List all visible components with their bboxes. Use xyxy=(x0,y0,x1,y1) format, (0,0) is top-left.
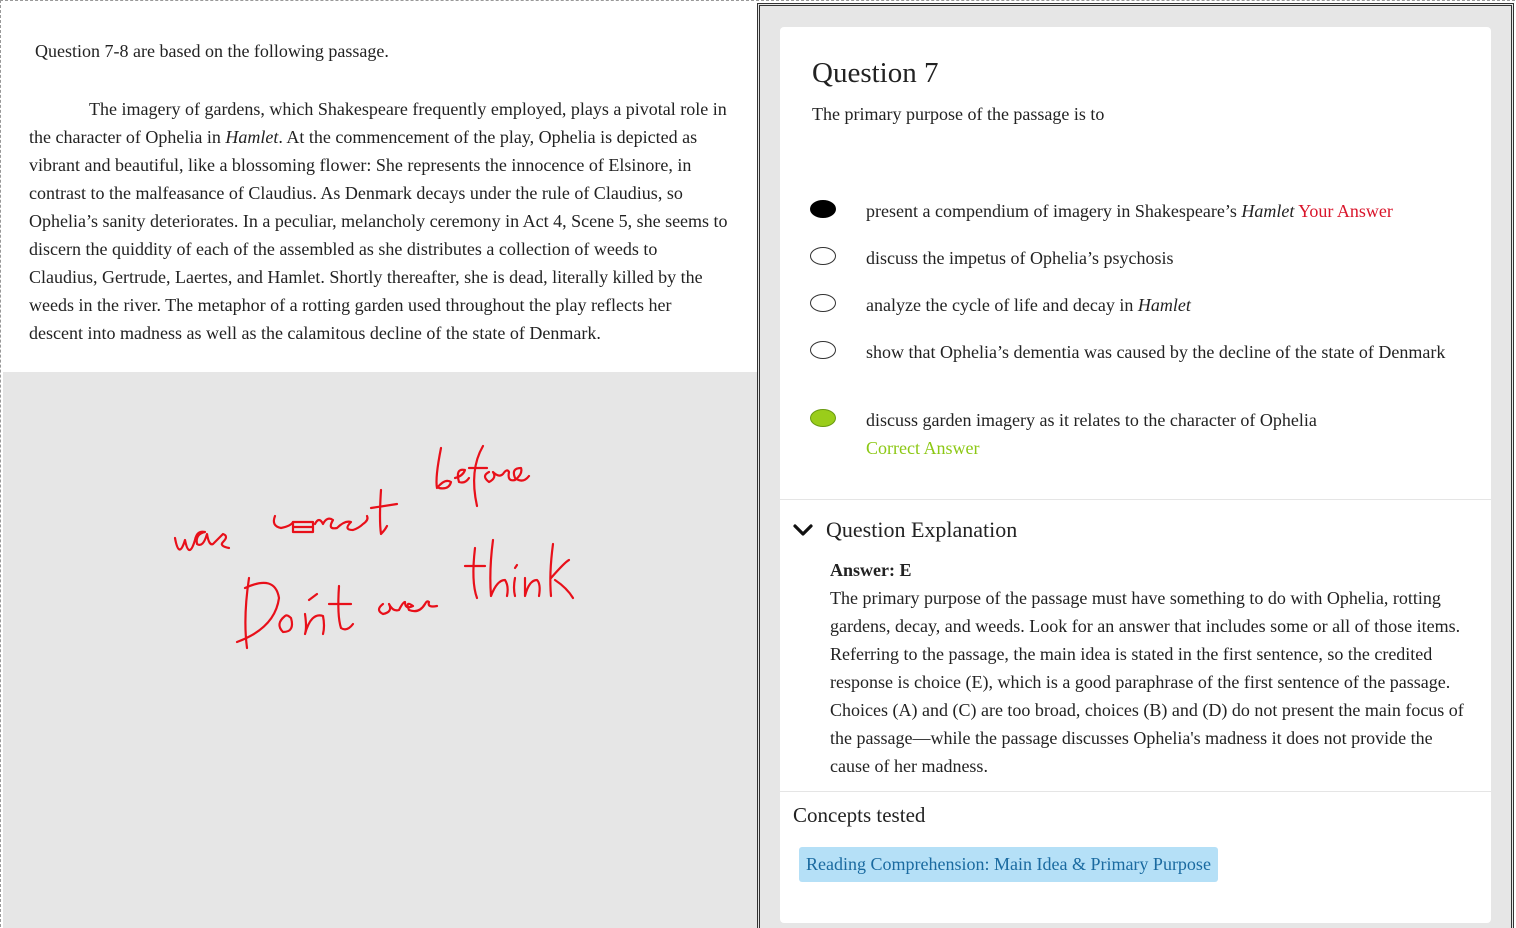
divider xyxy=(780,791,1491,792)
choice-label: analyze the cycle of life and decay in H… xyxy=(866,295,1191,315)
radio-correct-icon[interactable] xyxy=(810,409,836,427)
explanation-body: Answer: E The primary purpose of the pas… xyxy=(830,556,1475,780)
question-card: Question 7 The primary purpose of the pa… xyxy=(780,27,1491,923)
question-stem: The primary purpose of the passage is to xyxy=(812,104,1105,124)
passage-box: Question 7-8 are based on the following … xyxy=(3,3,758,372)
divider xyxy=(780,499,1491,500)
choice-label: present a compendium of imagery in Shake… xyxy=(866,201,1393,221)
answer-label: Answer: E xyxy=(830,560,912,580)
explanation-heading: Question Explanation xyxy=(826,517,1018,542)
passage-pane: Question 7-8 are based on the following … xyxy=(3,3,758,928)
radio-empty-icon[interactable] xyxy=(810,294,836,312)
question-title: Question 7 xyxy=(812,57,939,89)
choice-label: discuss the impetus of Ophelia’s psychos… xyxy=(866,248,1174,268)
handwritten-annotation[interactable] xyxy=(163,428,593,678)
your-answer-tag: Your Answer xyxy=(1298,201,1393,221)
radio-empty-icon[interactable] xyxy=(810,341,836,359)
passage-text: The imagery of gardens, which Shakespear… xyxy=(29,99,728,343)
correct-answer-tag: Correct Answer xyxy=(866,438,980,458)
choice-label: discuss garden imagery as it relates to … xyxy=(866,406,1466,462)
explanation-text: The primary purpose of the passage must … xyxy=(830,588,1464,776)
concepts-title: Concepts tested xyxy=(793,803,926,827)
choice-label: show that Ophelia’s dementia was caused … xyxy=(866,342,1446,362)
radio-selected-icon[interactable] xyxy=(810,200,836,218)
explanation-toggle[interactable]: Question Explanation xyxy=(792,517,1017,543)
radio-empty-icon[interactable] xyxy=(810,247,836,265)
chevron-down-icon xyxy=(793,524,813,536)
passage-intro: Question 7-8 are based on the following … xyxy=(35,41,389,61)
concept-tag[interactable]: Reading Comprehension: Main Idea & Prima… xyxy=(799,847,1218,882)
